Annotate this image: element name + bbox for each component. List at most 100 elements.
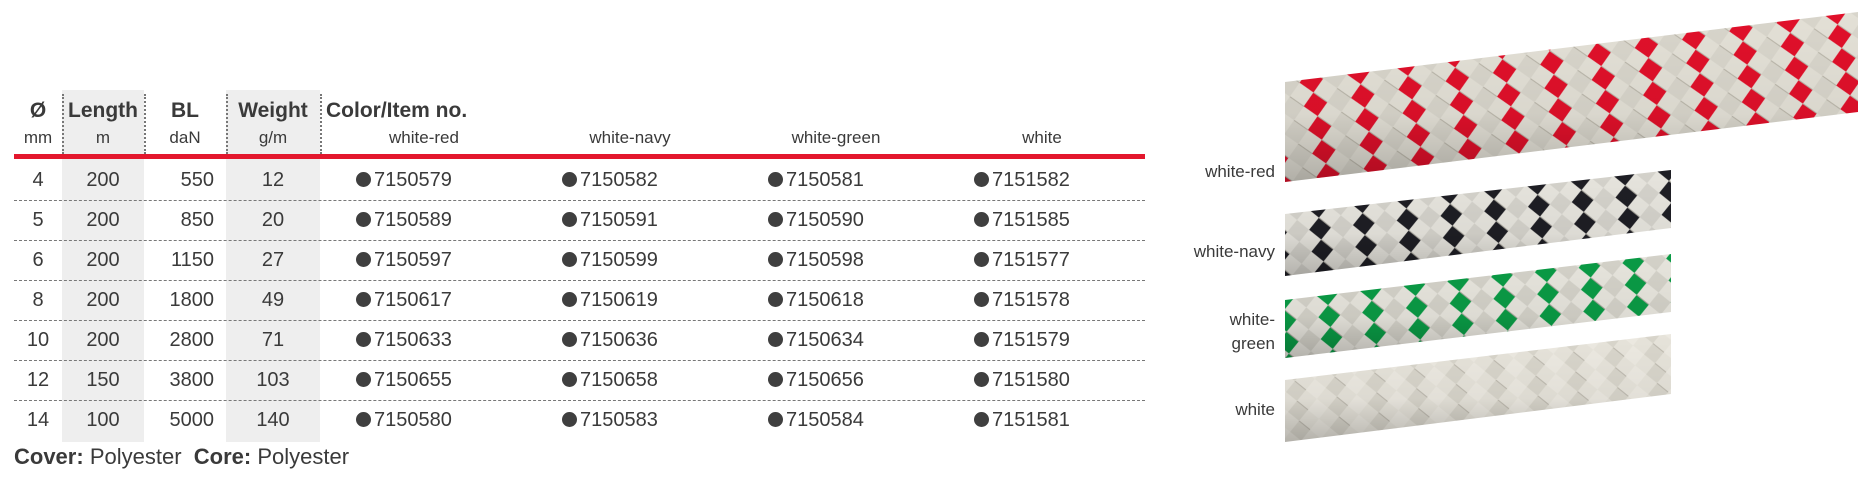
availability-dot-icon <box>562 212 577 227</box>
cell-item-white: 7151577 <box>974 240 1070 280</box>
core-label: Core: <box>193 444 252 469</box>
item-number: 7150656 <box>786 369 864 391</box>
header-red-line <box>14 154 1145 159</box>
cell-diameter: 12 <box>26 369 50 391</box>
header-diameter-unit: mm <box>23 128 53 147</box>
cell-item-white-navy: 7150591 <box>562 200 658 240</box>
cell-weight: 20 <box>261 209 285 231</box>
cell-item-white-red: 7150617 <box>356 280 452 320</box>
table-row: 12 150 3800 103 7150655 7150658 7150656 7151580 <box>14 360 1145 401</box>
table-row: 14 100 5000 140 7150580 7150583 7150584 7151581 <box>14 400 1145 440</box>
cell-item-white-navy: 7150619 <box>562 280 658 320</box>
cell-length: 200 <box>86 249 120 271</box>
rope-white-navy <box>1285 170 1671 276</box>
cell-bl: 3800 <box>169 369 215 391</box>
rope-white-red <box>1285 12 1858 182</box>
header-diameter-title: Ø <box>29 99 47 122</box>
table-row: 8 200 1800 49 7150617 7150619 7150618 7151578 <box>14 280 1145 321</box>
cell-item-white-red: 7150633 <box>356 320 452 360</box>
cell-diameter: 8 <box>32 289 44 311</box>
header-length-unit: m <box>95 128 111 147</box>
header-weight: Weight g/m <box>226 90 320 152</box>
cell-item-white-red: 7150579 <box>356 160 452 200</box>
rope-label-white-navy: white-navy <box>1193 242 1275 261</box>
header-color-white-navy-label: white-navy <box>589 128 671 147</box>
header-weight-title: Weight <box>238 99 308 122</box>
item-number: 7151579 <box>992 329 1070 351</box>
cell-item-white-green: 7150598 <box>768 240 864 280</box>
availability-dot-icon <box>768 172 783 187</box>
item-number: 7150618 <box>786 289 864 311</box>
cell-weight: 49 <box>261 289 285 311</box>
availability-dot-icon <box>974 332 989 347</box>
availability-dot-icon <box>768 332 783 347</box>
cell-length: 200 <box>86 169 120 191</box>
availability-dot-icon <box>768 412 783 427</box>
item-number: 7151585 <box>992 209 1070 231</box>
cell-bl: 2800 <box>169 329 215 351</box>
header-bl-title: BL <box>171 99 199 122</box>
cell-item-white: 7151581 <box>974 400 1070 440</box>
cell-item-white-navy: 7150583 <box>562 400 658 440</box>
item-number: 7150617 <box>374 289 452 311</box>
cell-item-white-navy: 7150582 <box>562 160 658 200</box>
cover-label: Cover: <box>14 444 84 469</box>
item-number: 7150655 <box>374 369 452 391</box>
rope-label-white-red: white-red <box>1205 162 1275 181</box>
availability-dot-icon <box>356 332 371 347</box>
table-row: 5 200 850 20 7150589 7150591 7150590 7151585 <box>14 200 1145 241</box>
availability-dot-icon <box>974 372 989 387</box>
availability-dot-icon <box>562 332 577 347</box>
rope-label-white-green: white- green <box>1155 308 1275 356</box>
availability-dot-icon <box>974 172 989 187</box>
item-number: 7151578 <box>992 289 1070 311</box>
header-length-title: Length <box>68 99 138 122</box>
availability-dot-icon <box>974 292 989 307</box>
availability-dot-icon <box>974 412 989 427</box>
item-number: 7150582 <box>580 169 658 191</box>
cell-weight: 12 <box>261 169 285 191</box>
cell-bl: 5000 <box>169 409 215 431</box>
header-divider <box>320 94 322 154</box>
header-weight-unit: g/m <box>258 128 288 147</box>
item-number: 7150598 <box>786 249 864 271</box>
header-diameter: Ø mm <box>14 90 62 152</box>
cell-item-white-green: 7150634 <box>768 320 864 360</box>
cell-weight: 140 <box>256 409 290 431</box>
item-number: 7150619 <box>580 289 658 311</box>
cell-weight: 103 <box>256 369 290 391</box>
item-number: 7151581 <box>992 409 1070 431</box>
table-row: 4 200 550 12 7150579 7150582 7150581 7151582 <box>14 160 1145 201</box>
cell-diameter: 14 <box>26 409 50 431</box>
header-color-item-title: Color/Item no. <box>326 99 468 122</box>
cell-item-white-red: 7150655 <box>356 360 452 400</box>
cell-item-white-navy: 7150636 <box>562 320 658 360</box>
item-number: 7150590 <box>786 209 864 231</box>
cell-weight: 71 <box>261 329 285 351</box>
availability-dot-icon <box>356 172 371 187</box>
rope-label-white: white <box>1235 400 1275 419</box>
header-bl-unit: daN <box>169 128 201 147</box>
cell-item-white-green: 7150581 <box>768 160 864 200</box>
item-number: 7151580 <box>992 369 1070 391</box>
item-number: 7151577 <box>992 249 1070 271</box>
header-color-white-label: white <box>1022 128 1062 147</box>
cell-item-white-green: 7150590 <box>768 200 864 240</box>
cell-item-white: 7151582 <box>974 160 1070 200</box>
cell-bl: 850 <box>180 209 214 231</box>
item-number: 7150597 <box>374 249 452 271</box>
core-value: Polyester <box>257 444 350 469</box>
item-number: 7150581 <box>786 169 864 191</box>
table-row: 6 200 1150 27 7150597 7150599 7150598 7151577 <box>14 240 1145 281</box>
availability-dot-icon <box>356 412 371 427</box>
cell-item-white-navy: 7150658 <box>562 360 658 400</box>
cell-weight: 27 <box>261 249 285 271</box>
cell-item-white-green: 7150584 <box>768 400 864 440</box>
cell-length: 200 <box>86 289 120 311</box>
availability-dot-icon <box>974 212 989 227</box>
availability-dot-icon <box>356 212 371 227</box>
cell-item-white: 7151579 <box>974 320 1070 360</box>
availability-dot-icon <box>356 252 371 267</box>
item-number: 7150591 <box>580 209 658 231</box>
availability-dot-icon <box>768 212 783 227</box>
